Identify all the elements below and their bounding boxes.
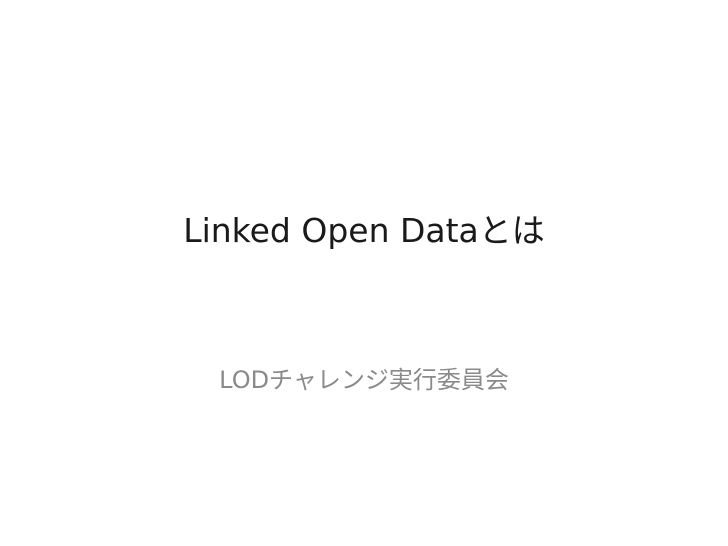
slide: Linked Open Dataとは LODチャレンジ実行委員会: [0, 0, 728, 546]
slide-subtitle: LODチャレンジ実行委員会: [219, 366, 509, 394]
slide-title: Linked Open Dataとは: [183, 211, 545, 250]
